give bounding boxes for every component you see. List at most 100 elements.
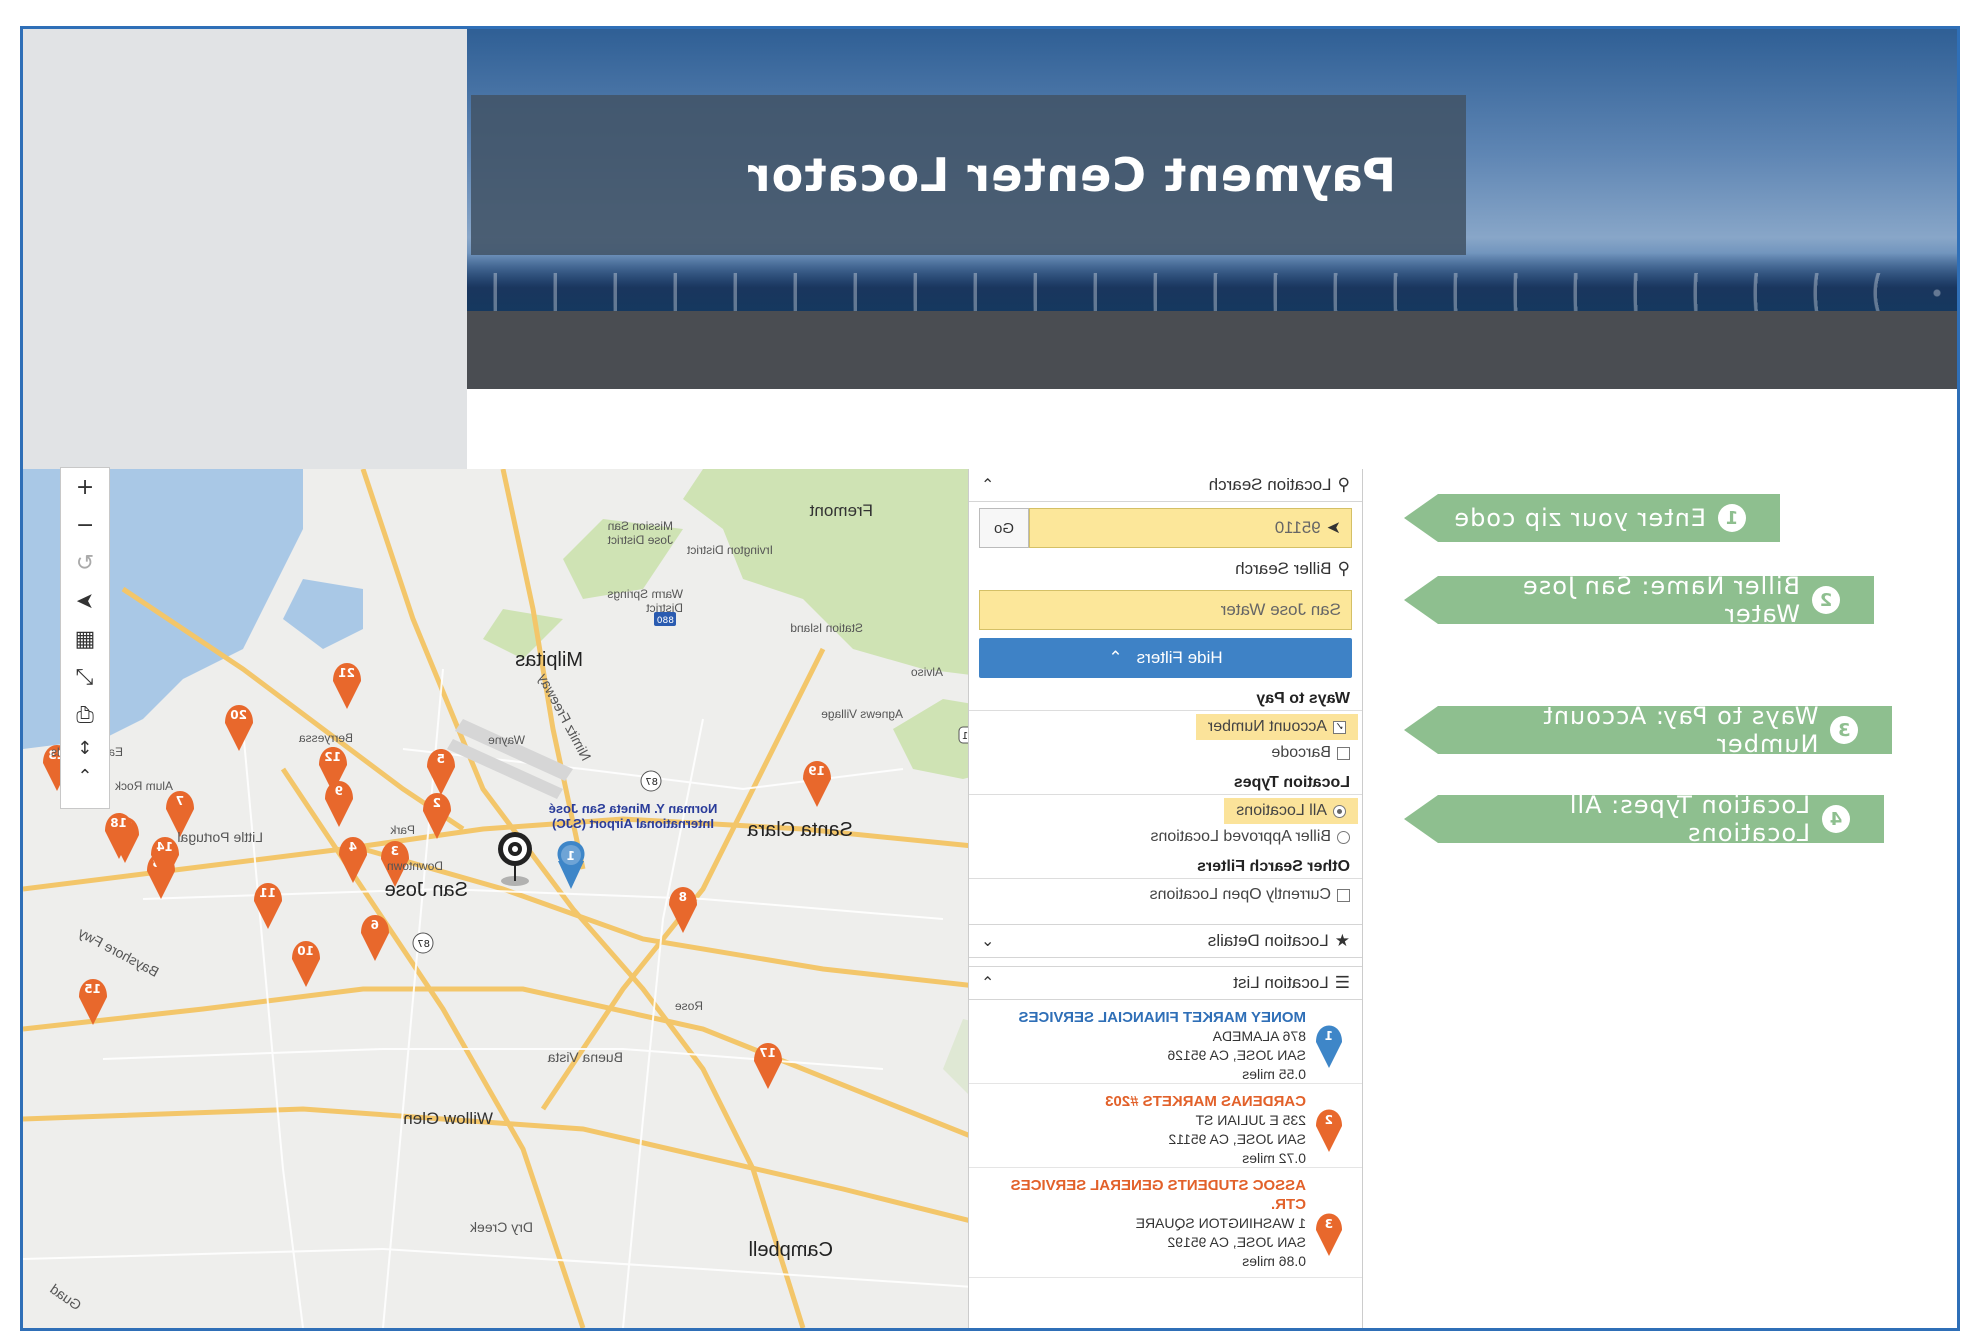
- list-item[interactable]: 3 ASSOC STUDENTS GENERAL SERVICES CTR. 1…: [969, 1168, 1362, 1278]
- map-pin-17[interactable]: 17: [754, 1043, 782, 1089]
- biller-input[interactable]: San Jose Water: [979, 590, 1352, 630]
- chevron-up-icon: ⌃: [981, 975, 995, 992]
- list-item[interactable]: 2 CARDENAS MARKETS #203 235 E JULIAN ST …: [969, 1084, 1362, 1168]
- map-graphics: 1 2 3 4 5 6 7 8 9 10 11 12 14 15 17 18 1…: [23, 469, 1003, 1328]
- location-details-label: Location Details: [1207, 931, 1329, 950]
- location-name[interactable]: ASSOC STUDENTS GENERAL SERVICES CTR.: [979, 1176, 1306, 1214]
- map-label-airport: Norman Y. Mineta San José International …: [548, 801, 718, 831]
- zoom-in-button[interactable]: +: [63, 468, 107, 506]
- location-search-label: Location Search: [1208, 475, 1332, 494]
- pin-label-21: 21: [338, 666, 355, 680]
- refresh-icon[interactable]: ↻: [63, 544, 107, 582]
- svg-text:2: 2: [1325, 1113, 1333, 1127]
- location-name[interactable]: CARDENAS MARKETS #203: [979, 1092, 1306, 1111]
- zip-value: 95110: [1274, 518, 1321, 537]
- barcode-checkbox[interactable]: [1337, 746, 1350, 760]
- zip-input[interactable]: ➤ 95110: [1029, 508, 1352, 548]
- all-locations-option[interactable]: All Locations: [1224, 798, 1358, 824]
- map-label-station-island: Station Island: [790, 621, 863, 635]
- screenshot-frame: Payment Center Locator 1 2 3 4 5 6 7 8 9…: [20, 26, 1960, 1331]
- map-pin-11[interactable]: 11: [254, 883, 282, 929]
- location-address-1: 1 WASHINGTON SQUARE: [1135, 1215, 1306, 1231]
- map-pin-4[interactable]: 4: [339, 837, 367, 883]
- location-details-header[interactable]: ★ Location Details ⌄: [969, 924, 1362, 958]
- location-address-2: SAN JOSE, CA 95192: [1167, 1234, 1306, 1250]
- map-toolbar: + − ↻ ➤ ▦ ⤢ ⎙ ↕ ⌃: [60, 467, 110, 809]
- go-button[interactable]: Go: [979, 508, 1029, 548]
- zoom-out-button[interactable]: −: [63, 506, 107, 544]
- account-number-label: Account Number: [1207, 718, 1327, 735]
- barcode-option[interactable]: Barcode: [969, 740, 1362, 766]
- callout-number: 2: [1812, 586, 1840, 614]
- location-address-2: SAN JOSE, CA 95112: [1168, 1131, 1306, 1147]
- location-search-header[interactable]: ⚲ Location Search ⌃: [969, 469, 1362, 502]
- currently-open-checkbox[interactable]: [1337, 888, 1350, 902]
- map-pin-19[interactable]: 19: [803, 761, 831, 807]
- all-locations-label: All Locations: [1236, 802, 1327, 819]
- account-number-option[interactable]: ✓ Account Number: [1195, 714, 1358, 740]
- location-name[interactable]: MONEY MARKET FINANCIAL SERVICES: [979, 1008, 1306, 1027]
- callout-text: Biller Name: San Jose Water: [1521, 572, 1801, 628]
- search-icon: ⚲: [1337, 559, 1350, 578]
- map-pin-10[interactable]: 10: [292, 941, 320, 987]
- location-address-1: 235 E JULIAN ST: [1195, 1112, 1307, 1128]
- map-pin-1[interactable]: 1: [557, 841, 585, 889]
- biller-search-label: Biller Search: [1235, 559, 1332, 578]
- hwy-shield-87a: 87: [640, 770, 662, 792]
- map-pin-9[interactable]: 9: [325, 781, 353, 827]
- map-label-berryessa: Berryessa: [298, 731, 353, 745]
- svg-text:87: 87: [417, 939, 430, 950]
- map-label-downtown: Downtown: [386, 859, 443, 873]
- location-address-1: 876 ALAMEDA: [1212, 1028, 1306, 1044]
- currently-open-option[interactable]: Currently Open Locations: [969, 882, 1362, 908]
- list-pin: 2: [1306, 1092, 1352, 1161]
- fullscreen-icon[interactable]: ⤢: [63, 658, 107, 696]
- map-label-dry-creek: Dry Creek: [469, 1219, 533, 1235]
- list-icon: ☰: [1334, 973, 1350, 992]
- map-label-alum-rock: Alum Rock: [114, 779, 173, 793]
- map-label-rose: Rose: [674, 999, 703, 1013]
- biller-approved-option[interactable]: Biller Approved Locations: [969, 824, 1362, 850]
- pin-label-10: 10: [297, 944, 314, 958]
- map-label-willow-glen: Willow Glen: [403, 1109, 493, 1128]
- callout-step-2: 2 Biller Name: San Jose Water: [1438, 572, 1874, 628]
- hide-filters-button[interactable]: Hide Filters ⌃: [979, 638, 1352, 678]
- pan-icon[interactable]: ↕: [63, 734, 107, 762]
- pin-label-1: 1: [567, 849, 575, 863]
- map-label-san-jose: San Jose: [384, 879, 468, 901]
- callout-number: 1: [1718, 504, 1746, 532]
- chevron-up-icon: ⌃: [1108, 648, 1123, 667]
- locate-me-icon[interactable]: ➤: [63, 582, 107, 620]
- svg-text:87: 87: [645, 777, 658, 788]
- biller-search-header: ⚲ Biller Search: [969, 554, 1362, 584]
- list-item[interactable]: 1 MONEY MARKET FINANCIAL SERVICES 876 AL…: [969, 1000, 1362, 1084]
- map-pin-6[interactable]: 6: [361, 915, 389, 961]
- map-pin-20[interactable]: 20: [225, 705, 253, 751]
- ways-to-pay-title: Ways to Pay: [969, 686, 1362, 711]
- pin-label-15: 15: [84, 982, 101, 996]
- search-icon: ⚲: [1337, 475, 1350, 494]
- map-label-fremont: Fremont: [809, 501, 873, 520]
- callout-step-4: 4 Location Types: All Locations: [1438, 791, 1884, 847]
- collapse-toolbar-icon[interactable]: ⌃: [63, 762, 107, 790]
- account-number-checkbox[interactable]: ✓: [1333, 720, 1346, 734]
- map-pin-21[interactable]: 21: [333, 663, 361, 709]
- search-panel: ⚲ Location Search ⌃ ➤ 95110 Go ⚲ Biller …: [968, 469, 1363, 1328]
- buildings-icon[interactable]: ▦: [63, 620, 107, 658]
- pin-label-14: 14: [156, 840, 173, 854]
- title-box: Payment Center Locator: [471, 95, 1466, 255]
- biller-approved-radio[interactable]: [1337, 830, 1350, 844]
- blue-pin-icon: 1: [1316, 1025, 1342, 1068]
- map-label-warm-springs: Warm Springs District: [607, 587, 683, 615]
- map-canvas[interactable]: 1 2 3 4 5 6 7 8 9 10 11 12 14 15 17 18 1…: [23, 469, 1003, 1328]
- list-pin: 1: [1306, 1008, 1352, 1077]
- mirrored-page: Payment Center Locator 1 2 3 4 5 6 7 8 9…: [23, 29, 1957, 1328]
- location-list-header[interactable]: ☰ Location List ⌃: [969, 966, 1362, 1000]
- callout-number: 3: [1830, 716, 1858, 744]
- svg-text:1: 1: [1325, 1029, 1333, 1043]
- pin-label-20: 20: [230, 708, 247, 722]
- print-icon[interactable]: ⎙: [63, 696, 107, 734]
- pin-label-5: 5: [437, 752, 445, 766]
- all-locations-radio[interactable]: [1333, 804, 1346, 818]
- chevron-up-icon: ⌃: [981, 477, 995, 494]
